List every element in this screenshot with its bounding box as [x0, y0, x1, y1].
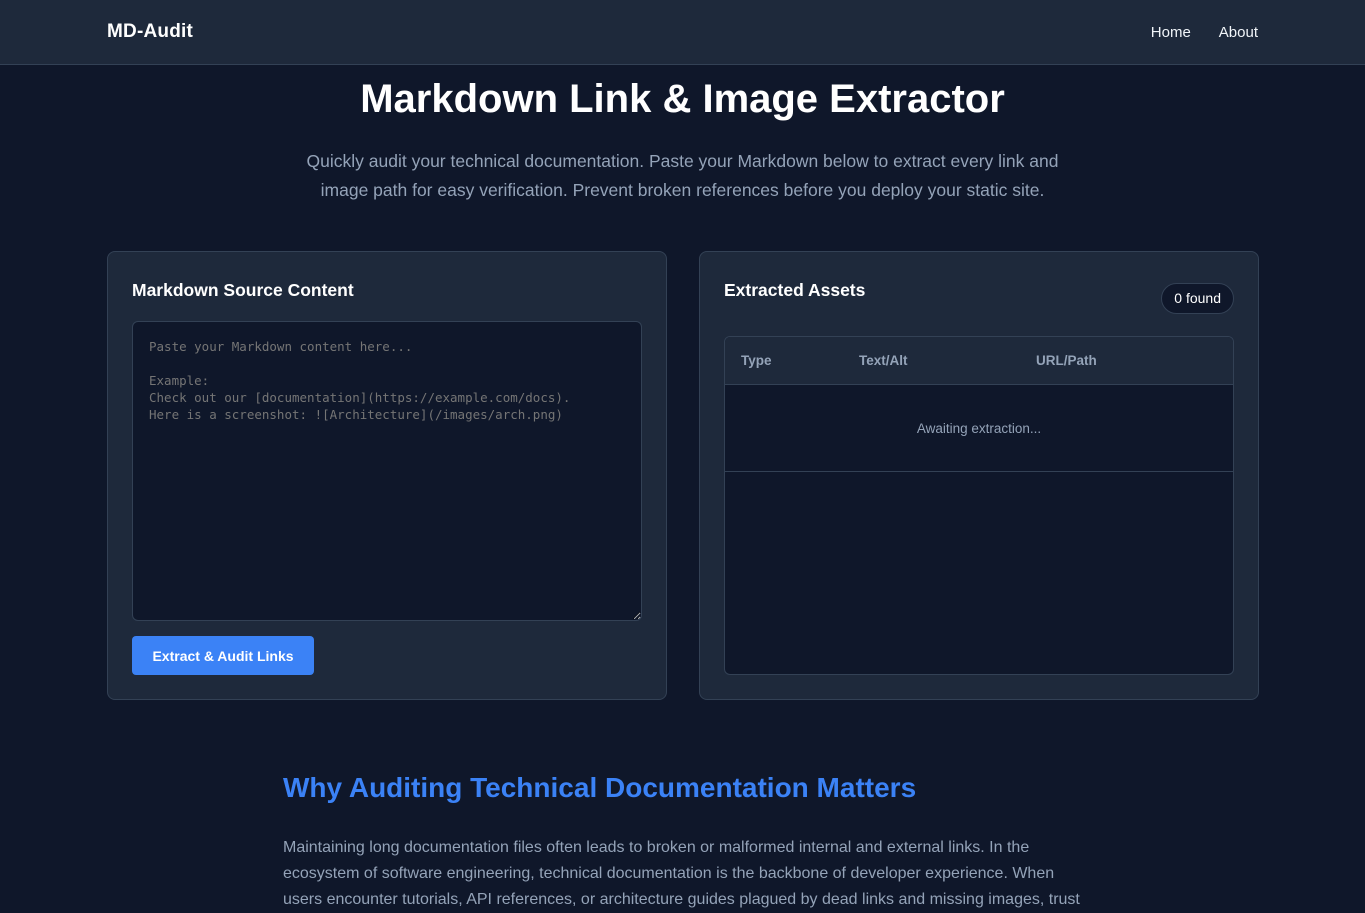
- empty-state-row: Awaiting extraction...: [725, 385, 1233, 472]
- markdown-input[interactable]: [132, 321, 642, 621]
- article-heading: Why Auditing Technical Documentation Mat…: [283, 772, 917, 803]
- column-header-url-path: URL/Path: [1036, 353, 1097, 368]
- results-panel-title: Extracted Assets: [724, 280, 866, 300]
- hero: Markdown Link & Image Extractor Quickly …: [0, 77, 1365, 205]
- column-header-text-alt: Text/Alt: [859, 353, 908, 368]
- count-badge: 0 found: [1161, 283, 1234, 314]
- navbar: MD-Audit Home About: [0, 0, 1365, 65]
- page-title: Markdown Link & Image Extractor: [360, 77, 1005, 121]
- source-panel-title: Markdown Source Content: [132, 280, 354, 300]
- nav-link-about[interactable]: About: [1219, 24, 1258, 41]
- info-article: Why Auditing Technical Documentation Mat…: [283, 768, 1083, 913]
- panels: Markdown Source Content Extract & Audit …: [107, 251, 1259, 700]
- nav-links: Home About: [1151, 24, 1258, 41]
- column-header-type: Type: [741, 353, 772, 368]
- results-table: Type Text/Alt URL/Path Awaiting extracti…: [724, 336, 1234, 675]
- table-header: Type Text/Alt URL/Path: [725, 337, 1233, 385]
- nav-link-home[interactable]: Home: [1151, 24, 1191, 41]
- extract-audit-button[interactable]: Extract & Audit Links: [132, 636, 314, 675]
- page-subtitle: Quickly audit your technical documentati…: [306, 151, 1059, 200]
- source-panel: Markdown Source Content Extract & Audit …: [107, 251, 667, 700]
- results-panel: Extracted Assets 0 found Type Text/Alt U…: [699, 251, 1259, 700]
- brand-logo[interactable]: MD-Audit: [107, 21, 193, 43]
- article-paragraph: Maintaining long documentation files oft…: [283, 839, 1080, 908]
